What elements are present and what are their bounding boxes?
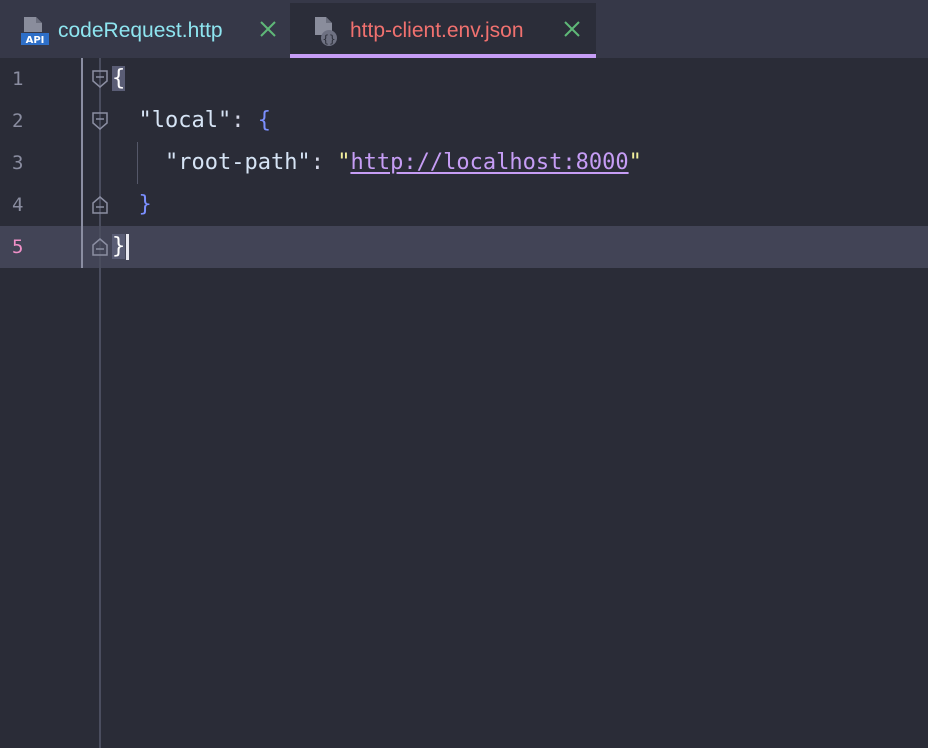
line-number: 5 <box>12 236 24 258</box>
open-brace: { <box>112 66 126 91</box>
code-line[interactable]: 4 } <box>0 184 928 226</box>
fold-marker-icon[interactable] <box>91 111 109 131</box>
line-number: 3 <box>12 152 24 174</box>
code-line-current[interactable]: 5 } <box>0 226 928 268</box>
tab-code-request[interactable]: API codeRequest.http <box>0 3 290 58</box>
code-text: "local": { <box>112 107 271 135</box>
json-key: "root-path" <box>164 150 311 175</box>
editor-tab-bar: API codeRequest.http {} http-client.env.… <box>0 0 928 58</box>
code-editor[interactable]: 1 { 2 "local": { 3 "root-path": "http://… <box>0 58 928 748</box>
line-number: 4 <box>12 194 24 216</box>
tab-label: codeRequest.http <box>58 18 223 42</box>
url-link[interactable]: http://localhost:8000 <box>350 150 628 175</box>
code-line[interactable]: 3 "root-path": "http://localhost:8000" <box>0 142 928 184</box>
code-text: } <box>112 191 152 219</box>
api-file-icon: API <box>21 16 49 46</box>
svg-text:API: API <box>26 35 45 46</box>
json-env-file-icon: {} <box>315 16 337 46</box>
code-line[interactable]: 1 { <box>0 58 928 100</box>
tab-label: http-client.env.json <box>350 18 524 42</box>
string-quote-close: " <box>628 150 642 175</box>
object-brace: } <box>138 192 152 217</box>
string-quote-open: " <box>337 150 351 175</box>
fold-end-marker-icon[interactable] <box>91 195 109 215</box>
close-icon[interactable] <box>563 20 581 38</box>
code-text: } <box>112 233 130 261</box>
tab-http-client-env[interactable]: {} http-client.env.json <box>290 3 596 58</box>
fold-marker-icon[interactable] <box>91 69 109 89</box>
colon: : <box>231 108 258 133</box>
svg-text:{}: {} <box>322 32 335 45</box>
code-text: "root-path": "http://localhost:8000" <box>112 149 642 177</box>
object-brace: { <box>257 108 271 133</box>
close-brace: } <box>112 234 126 259</box>
json-key: "local" <box>138 108 232 133</box>
line-number: 1 <box>12 68 24 90</box>
fold-end-marker-icon[interactable] <box>91 237 109 257</box>
colon: : <box>310 150 338 175</box>
code-text: { <box>112 65 126 93</box>
line-number: 2 <box>12 110 24 132</box>
text-caret <box>126 234 130 260</box>
code-line[interactable]: 2 "local": { <box>0 100 928 142</box>
close-icon[interactable] <box>259 20 277 38</box>
